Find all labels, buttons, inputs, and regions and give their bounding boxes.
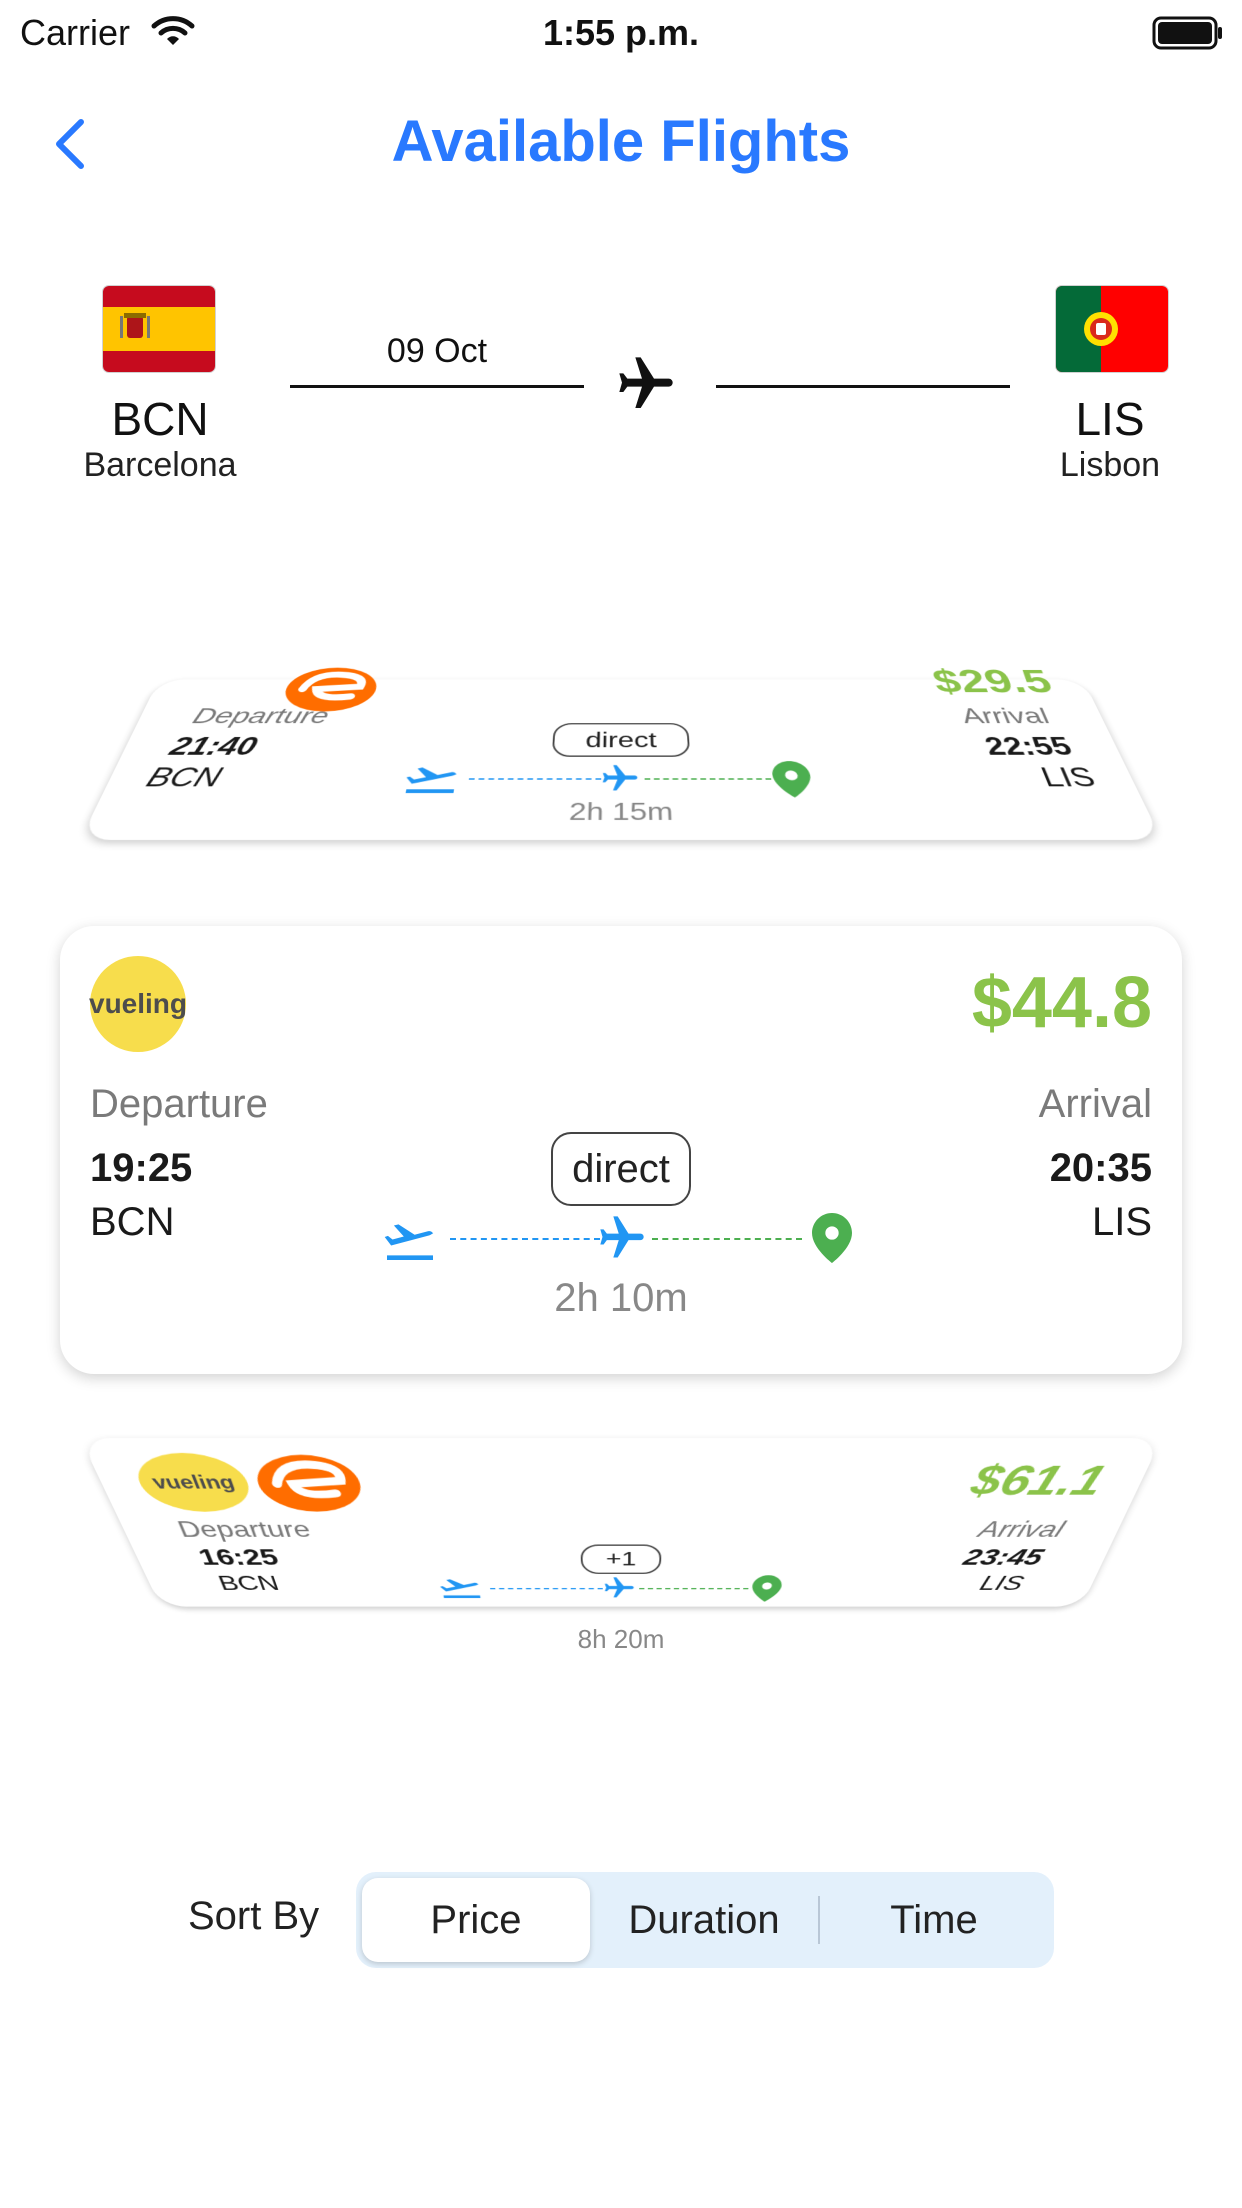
departure-time: 21:40 [165,732,262,761]
price-label: $44.8 [971,963,1152,1043]
route-dash-green [644,778,772,780]
airplane-icon [597,762,643,798]
departure-code: BCN [90,1200,175,1244]
flight-card-wrapper-1: $29.5 Departure 21:40 BCN Arrival 22:55 … [0,610,1242,870]
airplane-icon [596,1212,648,1269]
status-bar: Carrier 1:55 p.m. [0,0,1242,64]
departure-code: BCN [141,762,226,793]
departure-time: 16:25 [194,1544,282,1571]
page-title: Available Flights [391,109,851,174]
route-line-left [290,385,584,388]
sort-option-price[interactable]: Price [362,1872,590,1968]
route-line-right [716,385,1010,388]
vueling-logo-text: vueling [89,988,188,1019]
battery-icon [1152,16,1224,55]
sort-option-time[interactable]: Time [820,1872,1048,1968]
flight-card-1[interactable]: $29.5 Departure 21:40 BCN Arrival 22:55 … [80,679,1162,840]
stops-badge: direct [551,723,691,757]
flight-card-3[interactable]: vueling $61.1 Departure 16:25 BCN Arriva… [80,1438,1162,1607]
vueling-logo-text: vueling [148,1472,238,1494]
route-dash-green [639,1588,749,1590]
location-pin-icon [770,761,815,801]
sort-option-duration[interactable]: Duration [590,1872,818,1968]
arrival-code: LIS [1091,1200,1152,1244]
arrival-time: 23:45 [960,1544,1048,1571]
price-label: $29.5 [928,663,1058,700]
takeoff-icon [436,1577,485,1602]
arrival-code: LIS [976,1571,1028,1595]
route-dash-green [652,1238,802,1240]
origin-code: BCN [111,393,209,445]
duration-label: 2h 10m [554,1276,688,1320]
portugal-flag-icon [1056,286,1168,372]
departure-label: Departure [188,703,333,729]
arrival-label: Arrival [958,703,1054,729]
takeoff-icon [399,764,464,797]
takeoff-icon [382,1214,438,1265]
route-dash-blue [468,778,602,780]
destination-code: LIS [1075,393,1145,445]
arrival-time: 22:55 [980,732,1077,761]
vueling-logo-icon: vueling [89,956,188,1052]
sort-by-label: Sort By [188,1894,320,1938]
sort-segmented-control: Price Duration Time [356,1872,1054,1968]
arrival-code: LIS [1036,762,1101,793]
route-dash-blue [450,1238,600,1240]
easyjet-e-logo-icon [244,1450,371,1519]
airplane-icon [601,1575,638,1603]
location-pin-icon [750,1575,784,1605]
status-time: 1:55 p.m. [542,12,700,53]
origin-city: Barcelona [83,446,237,484]
flight-card-wrapper-3: vueling $61.1 Departure 16:25 BCN Arriva… [0,1438,1242,1698]
price-label: $61.1 [965,1456,1114,1504]
destination-city: Lisbon [1059,446,1161,484]
spain-flag-icon [103,286,215,372]
duration-label: 2h 15m [568,797,674,826]
stops-badge: direct [551,1132,691,1206]
route-dash-blue [490,1588,603,1590]
departure-label: Departure [90,1082,268,1126]
departure-label: Departure [173,1516,314,1542]
arrival-time: 20:35 [1049,1146,1152,1190]
arrival-label: Arrival [975,1516,1069,1542]
stops-badge: +1 [580,1544,662,1574]
route-date: 09 Oct [386,332,488,370]
flight-card-2[interactable]: vueling $44.8 Departure 19:25 BCN Arriva… [60,926,1182,1374]
airplane-icon [614,352,678,421]
duration-label: 8h 20m [577,1624,665,1654]
vueling-logo-icon: vueling [126,1452,258,1512]
departure-code: BCN [214,1571,283,1595]
arrival-label: Arrival [1038,1082,1152,1126]
departure-time: 19:25 [90,1146,193,1190]
location-pin-icon [812,1212,852,1269]
